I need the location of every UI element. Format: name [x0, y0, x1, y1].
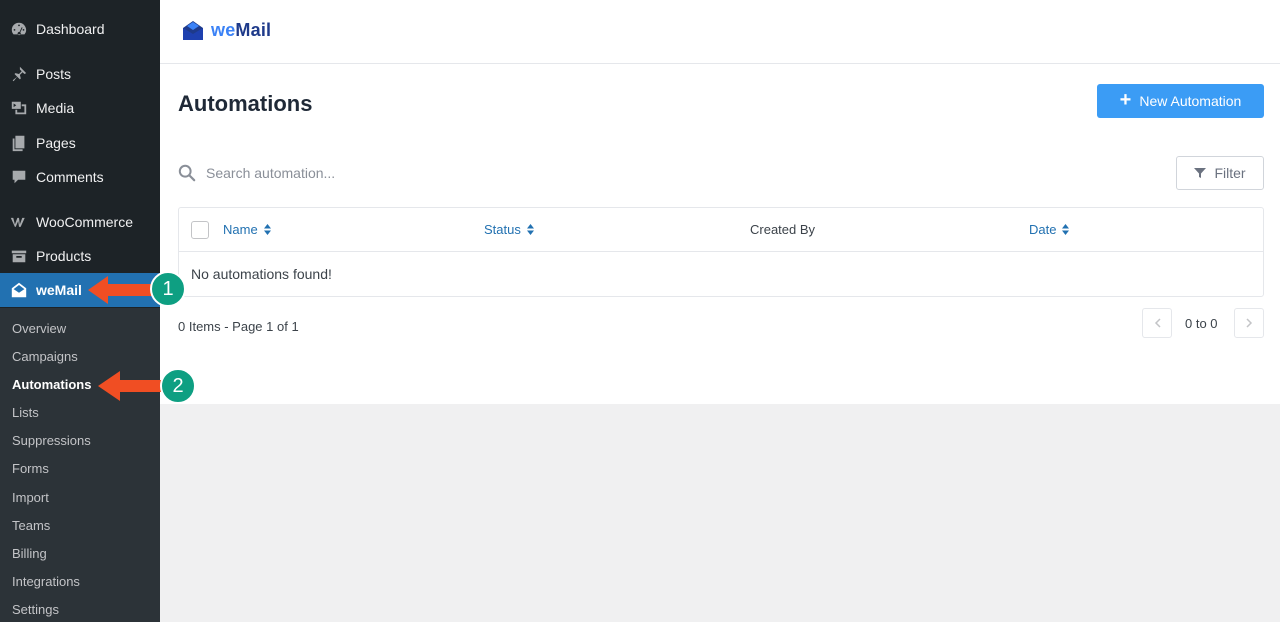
- annotation-badge-1: 1: [150, 271, 186, 307]
- wemail-logo-icon: [183, 21, 203, 40]
- wemail-logo[interactable]: weMail: [181, 19, 271, 41]
- menu-media-label: Media: [36, 100, 75, 116]
- column-status[interactable]: Status: [484, 222, 534, 237]
- top-bar: weMail: [160, 0, 1280, 64]
- column-date-label: Date: [1029, 222, 1057, 237]
- menu-dashboard[interactable]: Dashboard: [0, 12, 160, 46]
- media-icon: [0, 99, 36, 117]
- menu-comments[interactable]: Comments: [0, 160, 160, 194]
- select-all-checkbox[interactable]: [191, 221, 209, 239]
- wemail-submenu: Overview Campaigns Automations Lists Sup…: [0, 308, 160, 622]
- filter-button[interactable]: Filter: [1176, 156, 1264, 190]
- menu-comments-label: Comments: [36, 169, 104, 185]
- plus-icon: +: [1119, 89, 1132, 111]
- column-date[interactable]: Date: [1029, 222, 1070, 237]
- chevron-right-icon: [1245, 318, 1252, 328]
- submenu-overview[interactable]: Overview: [12, 320, 66, 338]
- page-title: Automations: [178, 91, 313, 116]
- new-automation-label: New Automation: [1139, 93, 1242, 109]
- sort-icon: [1062, 224, 1070, 235]
- annotation-badge-2: 2: [160, 368, 196, 404]
- menu-products-label: Products: [36, 248, 92, 264]
- sort-icon: [526, 224, 534, 235]
- submenu-billing[interactable]: Billing: [12, 545, 47, 563]
- menu-media[interactable]: Media: [0, 91, 160, 125]
- column-status-label: Status: [484, 222, 521, 237]
- menu-woocommerce-label: WooCommerce: [36, 214, 133, 230]
- search-input[interactable]: [206, 165, 566, 181]
- dashboard-icon: [0, 20, 36, 38]
- menu-dashboard-label: Dashboard: [36, 21, 105, 37]
- main-content: Automations + New Automation Filter Name…: [160, 64, 1280, 404]
- submenu-forms[interactable]: Forms: [12, 460, 49, 478]
- menu-posts-label: Posts: [36, 66, 72, 82]
- menu-woocommerce[interactable]: WooCommerce: [0, 205, 160, 239]
- table-header: Name Status Created By Date: [179, 208, 1263, 252]
- empty-message: No automations found!: [191, 266, 332, 282]
- prev-page-button[interactable]: [1142, 308, 1172, 338]
- submenu-suppressions[interactable]: Suppressions: [12, 432, 91, 450]
- annotation-arrow-1: [88, 276, 152, 304]
- column-name[interactable]: Name: [223, 222, 271, 237]
- filter-label: Filter: [1214, 165, 1246, 181]
- filter-icon: [1194, 168, 1207, 178]
- pin-icon: [0, 65, 36, 83]
- search-icon: [178, 164, 196, 182]
- pages-icon: [0, 134, 36, 152]
- submenu-settings[interactable]: Settings: [12, 601, 59, 619]
- submenu-teams[interactable]: Teams: [12, 517, 50, 535]
- wemail-icon: [0, 281, 36, 299]
- chevron-left-icon: [1154, 318, 1161, 328]
- comment-icon: [0, 168, 36, 186]
- submenu-automations[interactable]: Automations: [12, 376, 91, 394]
- submenu-import[interactable]: Import: [12, 489, 49, 507]
- menu-pages-label: Pages: [36, 135, 76, 151]
- automations-table: Name Status Created By Date No automatio…: [178, 207, 1264, 297]
- annotation-arrow-2: [98, 371, 164, 401]
- column-created-by: Created By: [750, 222, 816, 237]
- menu-pages[interactable]: Pages: [0, 126, 160, 160]
- menu-products[interactable]: Products: [0, 239, 160, 273]
- pagination-range: 0 to 0: [1185, 316, 1218, 331]
- submenu-lists[interactable]: Lists: [12, 404, 39, 422]
- search-bar: [178, 162, 578, 184]
- sort-icon: [263, 224, 271, 235]
- next-page-button[interactable]: [1234, 308, 1264, 338]
- menu-wemail-label: weMail: [36, 282, 82, 298]
- logo-text: weMail: [211, 19, 272, 40]
- submenu-campaigns[interactable]: Campaigns: [12, 348, 78, 366]
- admin-sidebar: Dashboard Posts Media Pages Comments Woo…: [0, 0, 160, 622]
- woocommerce-icon: [0, 213, 36, 231]
- menu-posts[interactable]: Posts: [0, 57, 160, 91]
- new-automation-button[interactable]: + New Automation: [1097, 84, 1264, 118]
- pagination-info: 0 Items - Page 1 of 1: [178, 319, 299, 334]
- products-icon: [0, 247, 36, 265]
- column-name-label: Name: [223, 222, 258, 237]
- submenu-integrations[interactable]: Integrations: [12, 573, 80, 591]
